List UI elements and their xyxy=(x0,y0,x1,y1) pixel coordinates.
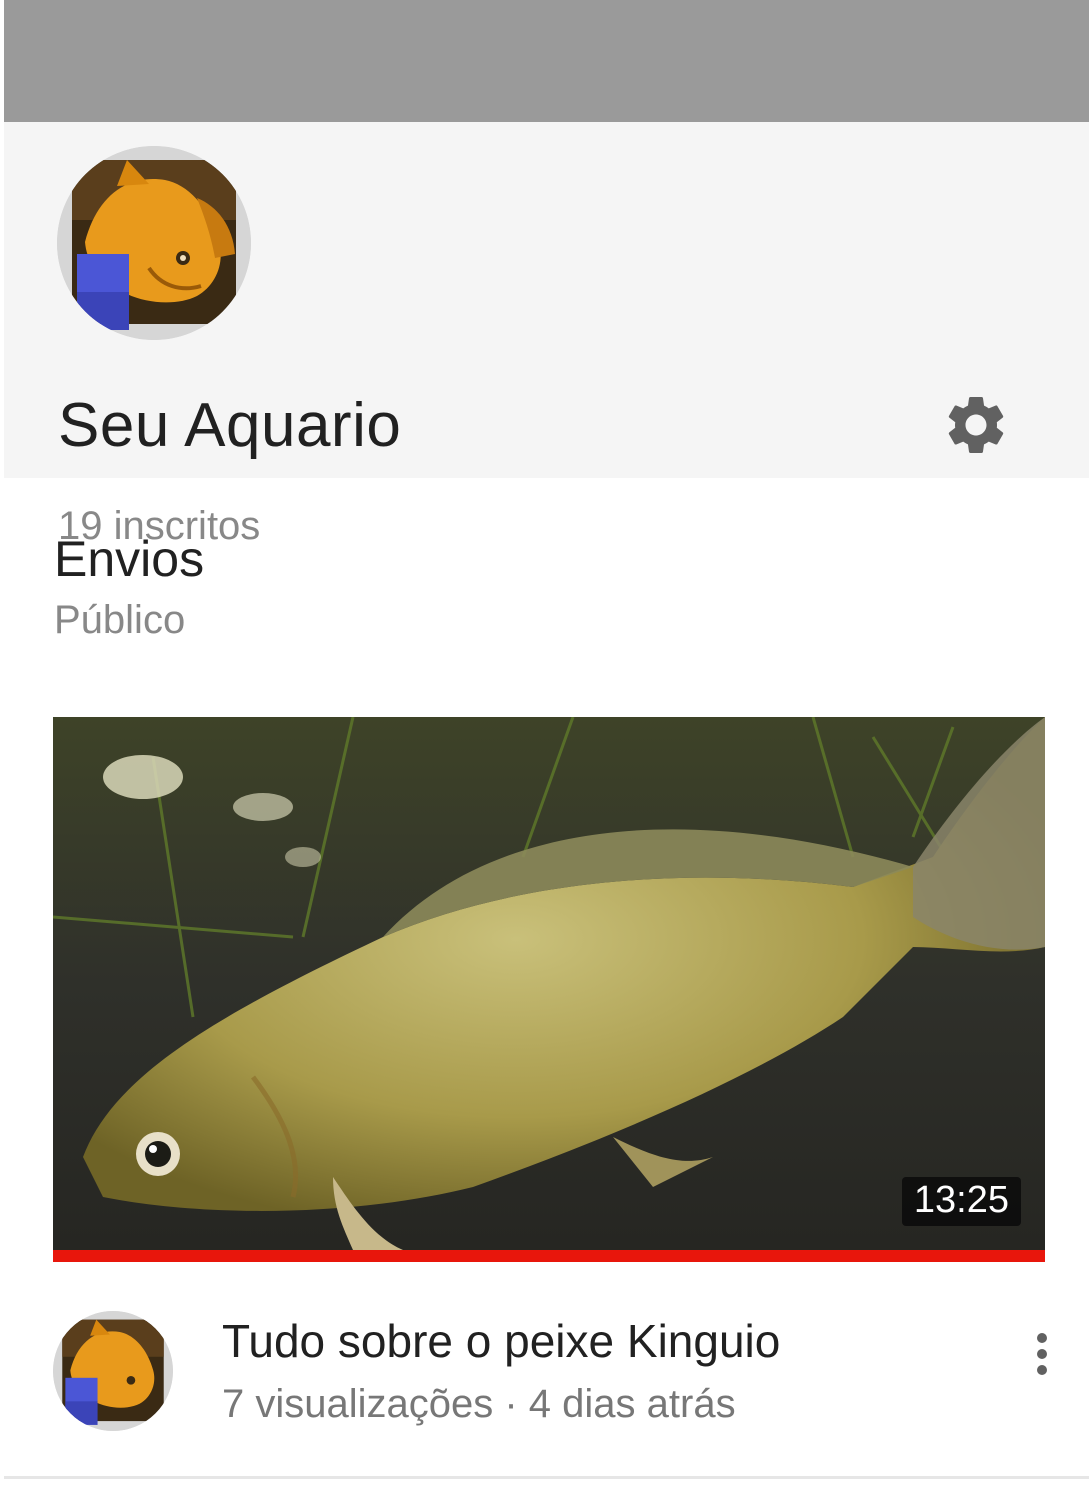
fish-avatar-icon xyxy=(53,1311,173,1431)
uploads-visibility: Público xyxy=(54,598,186,642)
video-title[interactable]: Tudo sobre o peixe Kinguio xyxy=(222,1314,780,1368)
more-dots-icon xyxy=(1037,1333,1047,1375)
channel-avatar[interactable] xyxy=(57,146,251,340)
gear-icon[interactable] xyxy=(941,390,1011,460)
channel-name: Seu Aquario xyxy=(58,391,402,460)
video-views: 7 visualizações xyxy=(222,1382,494,1426)
video-thumbnail[interactable]: 13:25 xyxy=(53,717,1045,1250)
channel-header: Seu Aquario 19 inscritos xyxy=(4,122,1089,548)
settings-gear-icon xyxy=(948,397,1004,453)
video-channel-avatar[interactable] xyxy=(53,1311,173,1431)
video-age: 4 dias atrás xyxy=(528,1382,736,1426)
uploads-title[interactable]: Envios xyxy=(54,530,204,588)
channel-page: Seu Aquario 19 inscritos Envios Público xyxy=(0,0,1089,1491)
video-thumbnail-image xyxy=(53,717,1045,1250)
fish-avatar-icon xyxy=(57,146,251,340)
meta-separator: · xyxy=(493,1382,529,1426)
list-divider xyxy=(4,1476,1089,1479)
channel-banner xyxy=(4,0,1089,122)
more-vertical-icon[interactable] xyxy=(1022,1330,1062,1380)
video-meta: 7 visualizações · 4 dias atrás xyxy=(222,1382,736,1427)
watch-progress-fill xyxy=(53,1250,1045,1262)
watch-progress-bar xyxy=(53,1250,1045,1262)
video-duration: 13:25 xyxy=(901,1177,1021,1226)
